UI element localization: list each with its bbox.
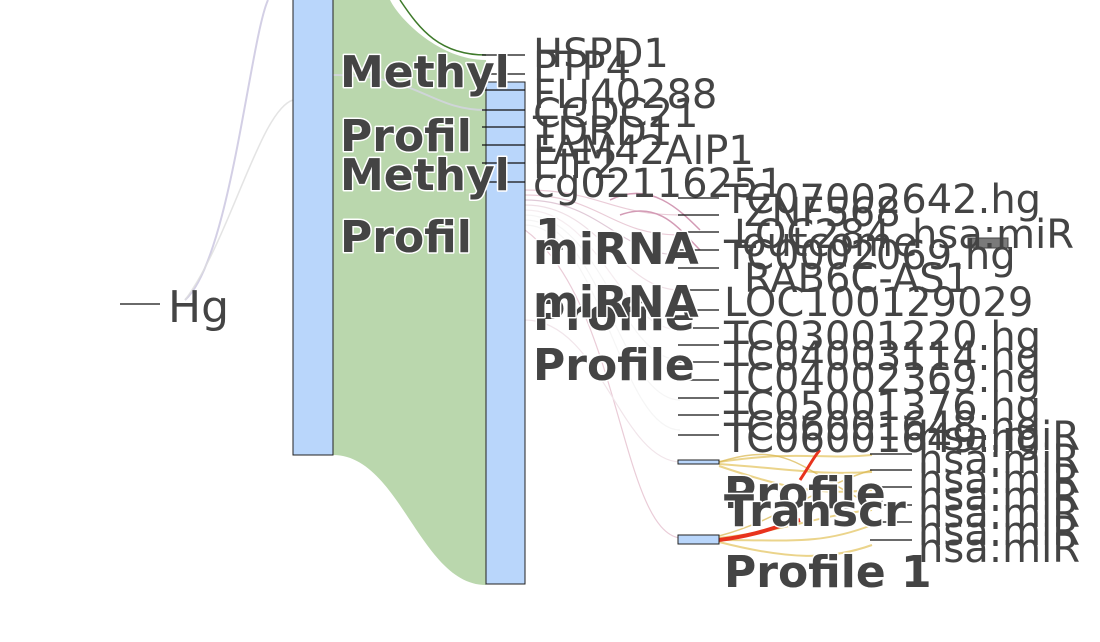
node-transcript-b xyxy=(677,534,720,545)
group-label-mirna-a: miRNA xyxy=(533,224,699,275)
node-transcript-a xyxy=(677,459,720,465)
node-column-1 xyxy=(292,0,334,456)
flow-hg-gray xyxy=(184,99,294,301)
flow-hg-lavender xyxy=(184,0,269,301)
mirna-label: hsa:miR xyxy=(918,526,1080,572)
group-label-profil-b: Profil xyxy=(340,212,472,263)
group-label-methyl-a: Methyl xyxy=(340,47,510,98)
group-label-mirna-b: miRNA xyxy=(533,277,699,328)
root-label: Hg xyxy=(168,282,229,333)
group-label-profile-1: Profile 1 xyxy=(724,547,932,598)
group-label-methyl-b: Methyl xyxy=(340,150,510,201)
outcome-label: outcome xyxy=(742,220,918,266)
group-label-profile-c: Profile xyxy=(533,340,695,391)
sankey-diagram: Hg Methyl Profil Methyl Profil 1 miRNA P… xyxy=(120,0,1080,600)
group-label-transcr: Transcr xyxy=(724,486,906,537)
